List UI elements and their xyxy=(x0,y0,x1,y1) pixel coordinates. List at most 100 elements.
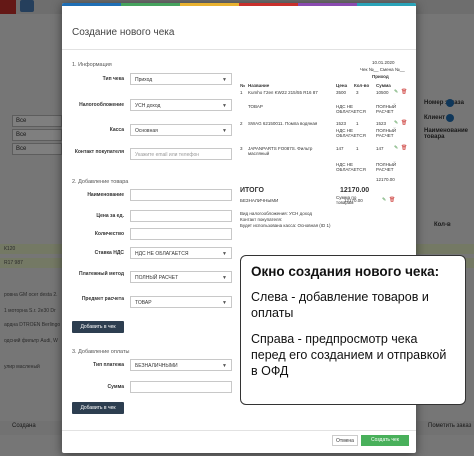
unit-price-input[interactable] xyxy=(130,210,232,222)
unit-price-label: Цена за ед. xyxy=(96,213,124,219)
col-header-num: № xyxy=(240,83,246,88)
item-price: 147 xyxy=(336,146,344,151)
trash-icon[interactable]: 🗑 xyxy=(389,197,395,203)
taxation-value: УСН доход xyxy=(135,103,161,109)
item-name: Kumho Г2ел KW22 215/55 R16 87 xyxy=(248,90,318,95)
add-item-button[interactable]: Добавить в чек xyxy=(72,321,124,333)
annotation-callout: Окно создания нового чека: Слева - добав… xyxy=(240,255,466,405)
payment-type-value: БЕЗНАЛИЧНЫМИ xyxy=(135,363,178,369)
vat-rate-select[interactable]: НДС НЕ ОБЛАГАЕТСЯ ▼ xyxy=(130,247,232,259)
color-stripe-segment xyxy=(121,3,180,6)
total-label: ИТОГО xyxy=(240,187,264,194)
col-header-name: Название xyxy=(248,83,270,88)
item-name-input[interactable] xyxy=(130,189,232,201)
item-sum: 147 xyxy=(376,146,384,151)
kassa-line: Будет использована касса: Основная (ID 1… xyxy=(240,223,331,228)
trash-icon[interactable]: 🗑 xyxy=(401,89,407,95)
chevron-down-icon: ▼ xyxy=(222,275,227,281)
item-sum: 1523 xyxy=(376,121,387,126)
payment-subject-value: ТОВАР xyxy=(135,300,152,306)
item-method: ПОЛНЫЙ РАСЧЕТ xyxy=(376,128,397,138)
quantity-input[interactable] xyxy=(130,228,232,240)
tax-system-line: Вид налогообложения: УСН доход xyxy=(240,211,312,216)
payment-type-label: Тип платежа xyxy=(93,362,124,368)
chevron-down-icon: ▼ xyxy=(222,363,227,369)
color-stripe-segment xyxy=(180,3,239,6)
chevron-down-icon: ▼ xyxy=(222,300,227,306)
payment-type-line: БЕЗНАЛИЧНЫМИ xyxy=(240,198,279,203)
item-name-label: Наименование xyxy=(87,192,124,198)
payment-sum-line: 12170.00 xyxy=(344,198,363,203)
buyer-contact-line: Контакт покупателя: xyxy=(240,217,283,222)
item-qty: 1 xyxy=(356,121,359,126)
kassa-select[interactable]: Основная ▼ xyxy=(130,124,232,136)
item-method: ПОЛНЫЙ РАСЧЕТ xyxy=(376,104,397,114)
callout-right-note: Справа - предпросмотр чека перед его соз… xyxy=(251,332,447,378)
vat-rate-label: Ставка НДС xyxy=(94,250,124,256)
item-qty: 1 xyxy=(356,146,359,151)
item-price: 1523 xyxy=(336,121,347,126)
color-stripe-segment xyxy=(62,3,121,6)
payment-method-select[interactable]: ПОЛНЫЙ РАСЧЕТ ▼ xyxy=(130,271,232,283)
total-value: 12170.00 xyxy=(340,187,370,194)
item-name: SWAG 62150011. Помпа водяная xyxy=(248,121,318,126)
receipt-type-select[interactable]: Приход ▼ xyxy=(130,73,232,85)
section-add-item-title: 2. Добавление товара xyxy=(72,179,129,185)
item-num: 2 xyxy=(240,121,243,126)
callout-left-note: Слева - добавление товаров и оплаты xyxy=(251,290,429,320)
item-price: 3500 xyxy=(336,90,347,95)
chevron-down-icon: ▼ xyxy=(222,128,227,134)
add-payment-button[interactable]: Добавить в чек xyxy=(72,402,124,414)
col-header-price: Цена xyxy=(336,83,348,88)
total-goods-value: 12170.00 xyxy=(376,177,395,182)
divider xyxy=(62,49,416,50)
payment-type-select[interactable]: БЕЗНАЛИЧНЫМИ ▼ xyxy=(130,359,232,371)
kassa-label: Касса xyxy=(109,127,124,133)
col-header-sum: Сумма xyxy=(376,83,391,88)
payment-method-label: Платежный метод xyxy=(79,271,124,277)
edit-icon[interactable]: ✎ xyxy=(382,197,386,203)
receipt-date: 10.01.2020 xyxy=(372,60,395,65)
cancel-button[interactable]: Отмена xyxy=(332,435,358,446)
trash-icon[interactable]: 🗑 xyxy=(401,120,407,126)
sum-label: Сумма xyxy=(107,384,124,390)
item-qty: 3 xyxy=(356,90,359,95)
payment-subject-select[interactable]: ТОВАР ▼ xyxy=(130,296,232,308)
item-vat: НДС НЕ ОБЛАГАЕТСЯ xyxy=(336,128,366,138)
item-num: 3 xyxy=(240,146,243,151)
create-receipt-button[interactable]: Создать чек xyxy=(361,435,409,446)
taxation-label: Налогообложение xyxy=(79,102,124,108)
color-stripe-segment xyxy=(357,3,416,6)
edit-icon[interactable]: ✎ xyxy=(394,89,398,95)
quantity-label: Количество xyxy=(94,231,124,237)
item-num: 1 xyxy=(240,90,243,95)
item-subject: ТОВАР xyxy=(248,104,263,109)
taxation-select[interactable]: УСН доход ▼ xyxy=(130,99,232,111)
item-name: JAPANPARTS FO087S. Фильтр масляный xyxy=(248,146,313,156)
item-sum: 10500 xyxy=(376,90,389,95)
buyer-contact-input[interactable]: Укажите email или телефон xyxy=(130,148,232,160)
payment-method-value: ПОЛНЫЙ РАСЧЕТ xyxy=(135,275,179,281)
receipt-type-value: Приход xyxy=(135,77,153,83)
payment-subject-label: Предмет расчета xyxy=(81,296,124,302)
color-stripe-segment xyxy=(239,3,298,6)
section-info-title: 1. Информация xyxy=(72,62,112,68)
chevron-down-icon: ▼ xyxy=(222,77,227,83)
chevron-down-icon: ▼ xyxy=(222,103,227,109)
trash-icon[interactable]: 🗑 xyxy=(401,145,407,151)
receipt-type-label: Тип чека xyxy=(102,76,124,82)
receipt-type: Приход xyxy=(372,74,389,79)
modal-title: Создание нового чека xyxy=(72,27,175,38)
edit-icon[interactable]: ✎ xyxy=(394,120,398,126)
buyer-contact-label: Контакт покупателя xyxy=(74,149,124,155)
vat-rate-value: НДС НЕ ОБЛАГАЕТСЯ xyxy=(135,251,189,257)
sum-input[interactable] xyxy=(130,381,232,393)
item-method: ПОЛНЫЙ РАСЧЕТ xyxy=(376,162,397,172)
color-stripe-segment xyxy=(298,3,357,6)
receipt-shift-line: Чек №__ Смена №__ xyxy=(360,67,405,72)
edit-icon[interactable]: ✎ xyxy=(394,145,398,151)
section-add-payment-title: 3. Добавление оплаты xyxy=(72,349,130,355)
divider xyxy=(62,430,416,431)
callout-title: Окно создания нового чека: xyxy=(251,264,440,279)
chevron-down-icon: ▼ xyxy=(222,251,227,257)
